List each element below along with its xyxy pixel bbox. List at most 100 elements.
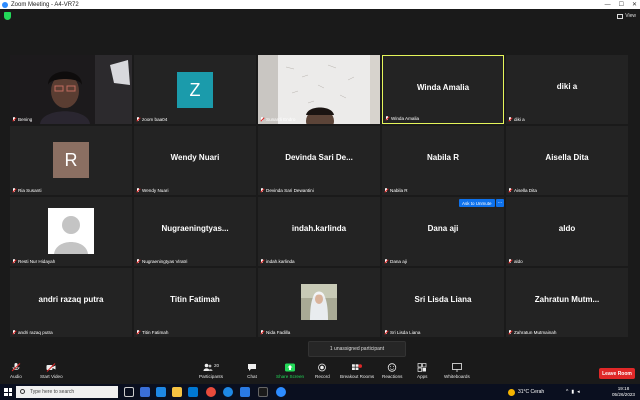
chat-button[interactable]: Chat [247,363,257,379]
minimize-icon[interactable]: — [605,2,611,8]
title-bar: Zoom Meeting - A4-VR72 — ☐ ✕ [0,0,640,9]
chrome-icon[interactable] [206,387,216,397]
avatar: R [53,142,89,178]
participant-display-name: Nugraeningtyas... [161,224,229,233]
edge-icon[interactable] [156,387,166,397]
muted-mic-icon [12,117,16,122]
muted-mic-icon [384,330,388,335]
share-screen-button[interactable]: Share Screen [276,363,304,379]
muted-mic-icon [12,259,16,264]
unassigned-participant-toast[interactable]: 1 unassigned participant [308,341,406,357]
participant-name-label: Ria Susanti [18,188,42,193]
participant-display-name: Wendy Nuari [170,153,220,162]
close-icon[interactable]: ✕ [632,1,637,8]
search-icon [20,389,25,394]
participant-tile[interactable]: R Ria Susanti [10,126,132,195]
taskbar-search-placeholder: Type here to search [30,389,75,395]
muted-mic-icon [11,363,21,372]
maximize-icon[interactable]: ☐ [619,1,624,8]
start-video-button[interactable]: Start Video [40,363,63,379]
muted-mic-icon [136,188,140,193]
avatar: Z [177,72,213,108]
windows-start-icon[interactable] [4,388,12,396]
volume-icon[interactable]: ◂ [577,389,580,395]
taskbar-search-input[interactable]: Type here to search [16,386,118,398]
participant-tile[interactable]: Sri Lisda Liana Sri Lisda Liana [382,268,504,337]
participant-tile[interactable]: aldo aldo [506,197,628,266]
participant-tile[interactable]: Devinda Sari De... Devinda Sari Dewantin… [258,126,380,195]
network-icon[interactable]: ▮ [571,389,574,395]
window-title: Zoom Meeting - A4-VR72 [11,1,79,8]
breakout-rooms-icon [352,364,363,370]
participant-tile[interactable]: diki a diki a [506,55,628,124]
participant-tile[interactable]: Nugraeningtyas... Nugraeningtyas Viratri [134,197,256,266]
participant-tile[interactable]: Dana aji Dana aji [382,197,504,266]
app-icon-blue[interactable] [240,387,250,397]
meeting-control-bar: Audio Start Video 20 Participants Chat S… [0,360,640,384]
participant-name-label: diki a [514,117,525,122]
participant-name-label: Sri Lisda Liana [390,330,421,335]
app-taskbar-icon[interactable] [140,387,150,397]
reactions-button[interactable]: Reactions [382,363,402,379]
participants-label: Participants [199,374,224,379]
task-view-icon[interactable] [124,387,134,397]
muted-mic-icon [260,330,264,335]
weather-widget[interactable]: 31°C Cerah [508,384,544,400]
zoom-taskbar-icon[interactable] [276,387,286,397]
windows-taskbar: Type here to search 31°C Cerah ^ ▮ ◂ 19:… [0,384,640,400]
system-tray[interactable]: ^ ▮ ◂ [566,384,580,400]
participant-tile[interactable]: Nida Fadilla [258,268,380,337]
chat-label: Chat [247,374,257,379]
shield-icon[interactable] [4,12,11,20]
file-explorer-icon[interactable] [172,387,182,397]
record-button[interactable]: Record [315,363,330,379]
whiteboards-button[interactable]: Whiteboards [444,363,470,379]
participant-display-name: diki a [556,82,578,91]
participant-tile[interactable]: Z zoom baa04 [134,55,256,124]
participant-tile[interactable]: Sunardi Endro [258,55,380,124]
breakout-rooms-button[interactable]: Breakout Rooms [340,363,374,379]
participant-name-label: andri razaq putra [18,330,53,335]
participant-tile[interactable]: andri razaq putra andri razaq putra [10,268,132,337]
participant-tile[interactable]: Zahratun Mutm... Zahratun Mutmainah [506,268,628,337]
participant-tile-active-speaker[interactable]: Winda Amalia Winda Amalia [382,55,504,124]
muted-mic-icon [508,330,512,335]
participants-button[interactable]: 20 Participants [199,363,223,379]
edge-browser-icon[interactable] [223,387,233,397]
participant-name-label: Aisella Dita [514,188,537,193]
audio-label: Audio [10,374,22,379]
ask-to-unmute-button[interactable]: Ask to Unmute [459,199,495,207]
reactions-label: Reactions [382,374,403,379]
participant-display-name: Zahratun Mutm... [534,295,600,304]
muted-mic-icon [508,117,512,122]
apps-button[interactable]: Apps [417,363,427,379]
participant-tile[interactable]: Aisella Dita Aisella Dita [506,126,628,195]
participant-display-name: Titin Fatimah [170,295,220,304]
muted-mic-icon [385,116,389,121]
participant-display-name: Sri Lisda Liana [414,295,472,304]
start-video-label: Start Video [40,374,63,379]
participant-tile[interactable]: Wendy Nuari Wendy Nuari [134,126,256,195]
taskbar-clock[interactable]: 19:18 05/26/2023 [612,386,635,398]
participant-tile[interactable]: Resti Nur Hidayah [10,197,132,266]
app-icon-dark[interactable] [258,387,268,397]
apps-label: Apps [417,374,428,379]
participant-name-label: Titin Fatimah [142,330,169,335]
view-label: View [625,13,636,19]
participant-tile[interactable]: Titin Fatimah Titin Fatimah [134,268,256,337]
participant-name-label: zoom baa04 [142,117,168,122]
participant-name-label: Resti Nur Hidayah [18,259,56,264]
store-icon[interactable] [188,387,198,397]
participant-display-name: Winda Amalia [416,83,470,92]
more-options-button[interactable]: ··· [496,199,504,207]
participants-icon [203,363,213,371]
share-screen-icon [285,363,296,372]
audio-button[interactable]: Audio [10,363,22,379]
chevron-up-icon[interactable]: ^ [566,389,568,395]
participant-tile[interactable]: indah.karlinda indah.karlinda [258,197,380,266]
leave-room-button[interactable]: Leave Room [599,368,635,379]
participant-tile[interactable]: Bening [10,55,132,124]
whiteboard-icon [451,363,462,372]
participant-tile[interactable]: Nabila R Nabila R [382,126,504,195]
view-button[interactable]: View [617,12,636,20]
